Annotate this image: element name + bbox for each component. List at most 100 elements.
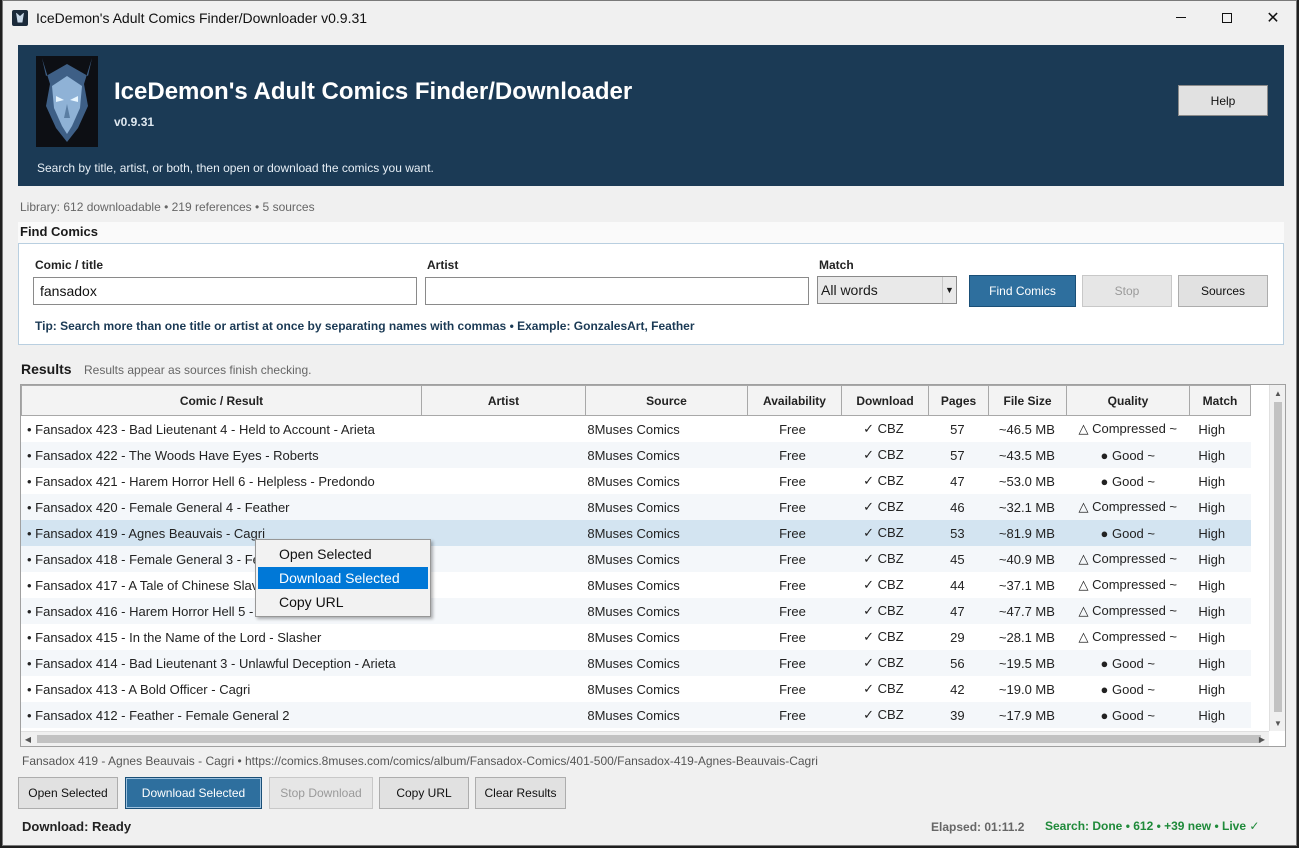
results-table[interactable]: Comic / Result Artist Source Availabilit…	[20, 384, 1286, 747]
download-selected-button[interactable]: Download Selected	[125, 777, 262, 809]
col-header-download[interactable]: Download	[841, 385, 929, 416]
scroll-down-icon[interactable]: ▼	[1270, 715, 1285, 731]
cell-availability: Free	[779, 707, 806, 723]
maximize-icon	[1222, 12, 1232, 23]
elapsed-time: Elapsed: 01:11.2	[931, 820, 1025, 834]
cell-title: • Fansadox 421 - Harem Horror Hell 6 - H…	[27, 473, 375, 489]
table-row[interactable]: • Fansadox 419 - Agnes Beauvais - Cagri 8…	[21, 520, 1251, 546]
match-select[interactable]: All words ▼	[817, 276, 957, 304]
stop-search-button[interactable]: Stop	[1082, 275, 1172, 307]
cell-pages: 56	[950, 655, 965, 671]
find-comics-button[interactable]: Find Comics	[969, 275, 1076, 307]
cell-source: 8Muses Comics	[587, 655, 680, 671]
cell-download: ✓ CBZ	[863, 577, 904, 592]
find-section-label: Find Comics	[20, 224, 99, 239]
cell-source: 8Muses Comics	[587, 499, 680, 515]
scroll-up-icon[interactable]: ▲	[1270, 385, 1285, 401]
scroll-left-icon[interactable]: ◀	[21, 732, 35, 746]
cell-quality: ● Good ~	[1100, 707, 1155, 723]
cell-quality: ● Good ~	[1100, 473, 1155, 489]
menu-item-copy-url[interactable]: Copy URL	[258, 591, 428, 613]
menu-item-open-selected[interactable]: Open Selected	[258, 543, 428, 565]
table-row[interactable]: • Fansadox 421 - Harem Horror Hell 6 - H…	[21, 468, 1251, 494]
vertical-scroll-thumb[interactable]	[1274, 402, 1282, 712]
cell-size: ~81.9 MB	[998, 525, 1055, 541]
cell-title: • Fansadox 413 - A Bold Officer - Cagri	[27, 681, 251, 697]
cell-source: 8Muses Comics	[587, 421, 680, 437]
table-row[interactable]: • Fansadox 412 - Feather - Female Genera…	[21, 702, 1251, 728]
cell-title: • Fansadox 423 - Bad Lieutenant 4 - Held…	[27, 421, 375, 437]
close-icon: ✕	[1266, 9, 1280, 27]
cell-source: 8Muses Comics	[587, 447, 680, 463]
cell-availability: Free	[779, 499, 806, 515]
col-header-quality[interactable]: Quality	[1066, 385, 1190, 416]
cell-pages: 57	[950, 421, 965, 437]
cell-size: ~47.7 MB	[998, 603, 1055, 619]
cell-download: ✓ CBZ	[863, 421, 904, 436]
minimize-button[interactable]	[1158, 1, 1204, 34]
table-row[interactable]: • Fansadox 414 - Bad Lieutenant 3 - Unla…	[21, 650, 1251, 676]
cell-availability: Free	[779, 551, 806, 567]
clear-results-button[interactable]: Clear Results	[475, 777, 566, 809]
scroll-right-icon[interactable]: ▶	[1255, 732, 1269, 746]
cell-size: ~19.0 MB	[998, 681, 1055, 697]
sources-button[interactable]: Sources	[1178, 275, 1268, 307]
cell-source: 8Muses Comics	[587, 577, 680, 593]
table-row[interactable]: • Fansadox 417 - A Tale of Chinese Slave…	[21, 572, 1251, 598]
match-field-label: Match	[819, 258, 854, 272]
cell-download: ✓ CBZ	[863, 603, 904, 618]
copy-url-button[interactable]: Copy URL	[379, 777, 469, 809]
cell-availability: Free	[779, 655, 806, 671]
cell-size: ~43.5 MB	[998, 447, 1055, 463]
col-header-artist[interactable]: Artist	[421, 385, 586, 416]
cell-pages: 53	[950, 525, 965, 541]
help-button[interactable]: Help	[1178, 85, 1268, 116]
window-title: IceDemon's Adult Comics Finder/Downloade…	[36, 9, 368, 26]
cell-match: High	[1198, 421, 1226, 437]
cell-size: ~32.1 MB	[998, 499, 1055, 515]
col-header-match[interactable]: Match	[1189, 385, 1251, 416]
close-button[interactable]: ✕	[1250, 1, 1296, 34]
title-bar: IceDemon's Adult Comics Finder/Downloade…	[3, 1, 1296, 34]
col-header-source[interactable]: Source	[585, 385, 748, 416]
artist-input[interactable]	[425, 277, 809, 305]
cell-match: High	[1198, 603, 1226, 619]
cell-pages: 45	[950, 551, 965, 567]
col-header-size[interactable]: File Size	[988, 385, 1067, 416]
selected-item-info: Fansadox 419 - Agnes Beauvais - Cagri • …	[22, 754, 818, 768]
cell-download: ✓ CBZ	[863, 551, 904, 566]
cell-match: High	[1198, 551, 1226, 567]
cell-download: ✓ CBZ	[863, 707, 904, 722]
search-status: Search: Done • 612 • +39 new • Live ✓	[1045, 819, 1260, 833]
table-row[interactable]: • Fansadox 422 - The Woods Have Eyes - R…	[21, 442, 1251, 468]
table-row[interactable]: • Fansadox 423 - Bad Lieutenant 4 - Held…	[21, 416, 1251, 442]
table-row[interactable]: • Fansadox 413 - A Bold Officer - Cagri 8…	[21, 676, 1251, 702]
horizontal-scroll-thumb[interactable]	[37, 735, 1261, 743]
cell-size: ~28.1 MB	[998, 629, 1055, 645]
cell-source: 8Muses Comics	[587, 681, 680, 697]
vertical-scrollbar[interactable]: ▲ ▼	[1269, 385, 1285, 731]
cell-size: ~46.5 MB	[998, 421, 1055, 437]
open-selected-button[interactable]: Open Selected	[18, 777, 118, 809]
library-info: Library: 612 downloadable • 219 referenc…	[20, 200, 315, 214]
col-header-pages[interactable]: Pages	[928, 385, 989, 416]
table-row[interactable]: • Fansadox 420 - Female General 4 - Feat…	[21, 494, 1251, 520]
table-row[interactable]: • Fansadox 416 - Harem Horror Hell 5 - I…	[21, 598, 1251, 624]
cell-quality: △ Compressed ~	[1078, 629, 1178, 644]
cell-download: ✓ CBZ	[863, 473, 904, 488]
horizontal-scrollbar[interactable]: ◀ ▶	[21, 731, 1269, 746]
col-header-availability[interactable]: Availability	[747, 385, 842, 416]
table-row[interactable]: • Fansadox 418 - Female General 3 - Feat…	[21, 546, 1251, 572]
cell-source: 8Muses Comics	[587, 629, 680, 645]
maximize-button[interactable]	[1204, 1, 1250, 34]
menu-item-download-selected[interactable]: Download Selected	[258, 567, 428, 589]
cell-match: High	[1198, 707, 1226, 723]
cell-pages: 42	[950, 681, 965, 697]
cell-title: • Fansadox 414 - Bad Lieutenant 3 - Unla…	[27, 655, 396, 671]
stop-download-button[interactable]: Stop Download	[269, 777, 373, 809]
col-header-title[interactable]: Comic / Result	[21, 385, 422, 416]
title-input[interactable]: fansadox	[33, 277, 417, 305]
cell-availability: Free	[779, 629, 806, 645]
cell-match: High	[1198, 629, 1226, 645]
table-row[interactable]: • Fansadox 415 - In the Name of the Lord…	[21, 624, 1251, 650]
